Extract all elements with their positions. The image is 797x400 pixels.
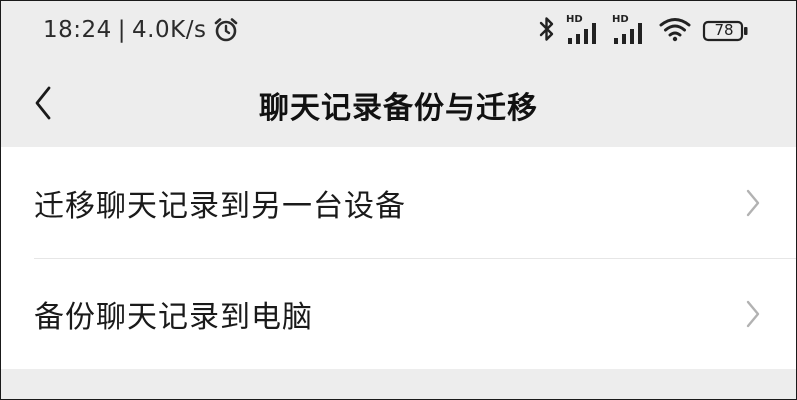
status-separator: | bbox=[117, 17, 127, 43]
status-bar: 18:24 | 4.0K/s HD HD 78 bbox=[1, 1, 796, 63]
battery-icon: 78 bbox=[702, 20, 750, 42]
navigation-bar: 聊天记录备份与迁移 bbox=[1, 63, 796, 147]
list-item-migrate-to-device[interactable]: 迁移聊天记录到另一台设备 bbox=[1, 147, 796, 259]
status-left: 18:24 | 4.0K/s bbox=[43, 16, 240, 44]
list-item-label: 备份聊天记录到电脑 bbox=[34, 299, 313, 335]
signal-strength-sim1-icon: HD bbox=[566, 14, 602, 46]
page-title: 聊天记录备份与迁移 bbox=[259, 91, 538, 126]
alarm-clock-icon bbox=[212, 16, 240, 44]
list-item-backup-to-computer[interactable]: 备份聊天记录到电脑 bbox=[1, 258, 796, 369]
chevron-right-icon bbox=[746, 189, 760, 216]
network-speed: 4.0K/s bbox=[132, 17, 207, 43]
status-right: HD HD 78 bbox=[528, 14, 750, 47]
bluetooth-icon bbox=[538, 15, 556, 47]
battery-level: 78 bbox=[714, 21, 734, 39]
signal-strength-sim2-icon: HD bbox=[612, 14, 648, 46]
wifi-icon bbox=[658, 16, 692, 46]
list-item-label: 迁移聊天记录到另一台设备 bbox=[34, 188, 406, 224]
screen: 18:24 | 4.0K/s HD HD 78 聊天记录备份与迁移 迁移聊天记录… bbox=[0, 0, 797, 400]
menu-list: 迁移聊天记录到另一台设备 备份聊天记录到电脑 bbox=[1, 147, 796, 369]
status-time: 18:24 bbox=[43, 17, 112, 43]
chevron-right-icon bbox=[746, 300, 760, 327]
